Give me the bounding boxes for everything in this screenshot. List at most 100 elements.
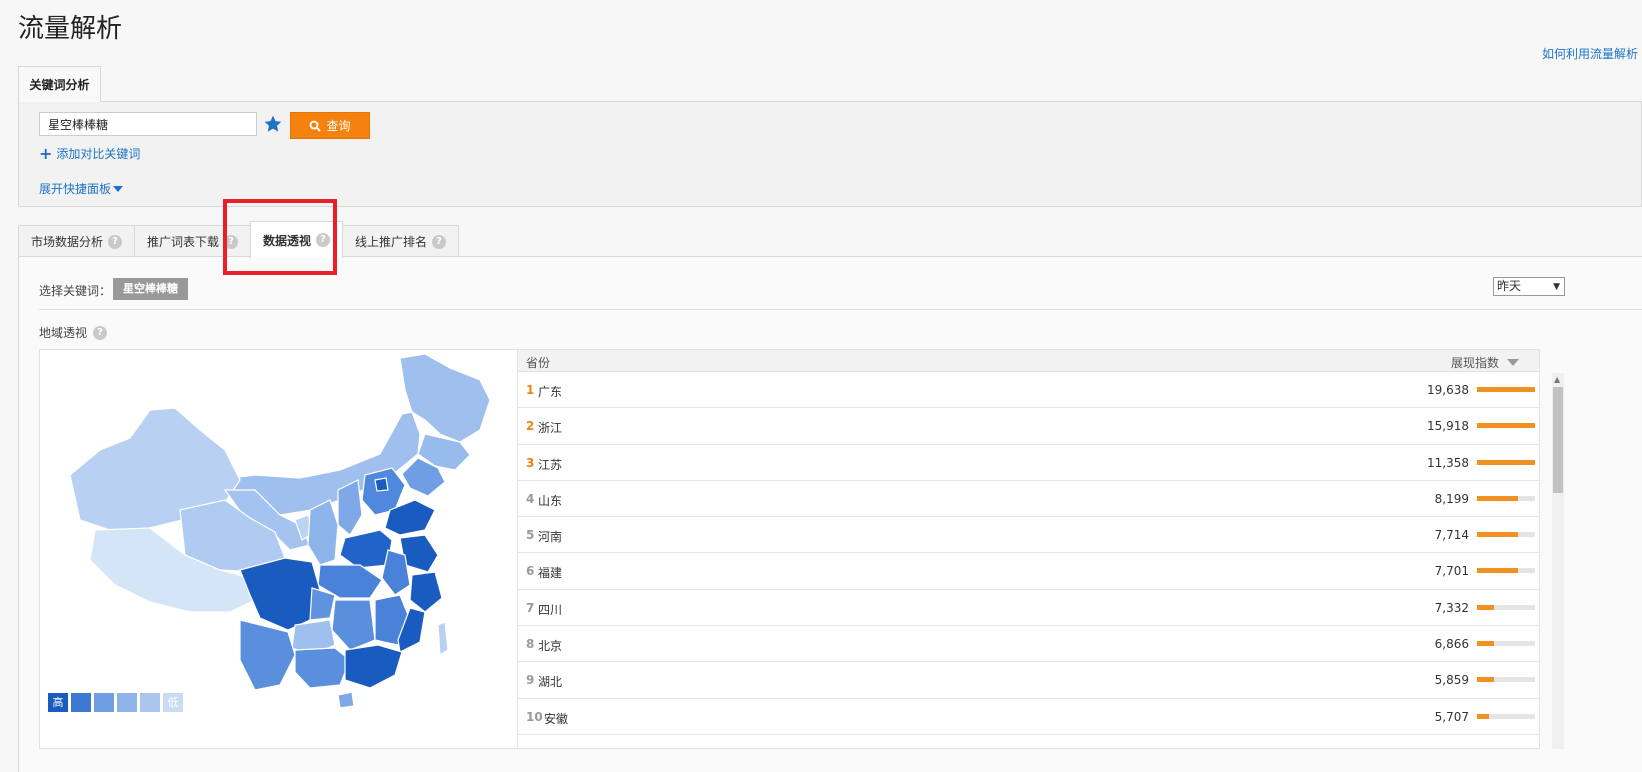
row-bar xyxy=(1477,713,1535,719)
query-label: 查询 xyxy=(326,119,351,133)
query-button[interactable]: 查询 xyxy=(290,112,370,139)
legend-step xyxy=(71,693,91,712)
column-province: 省份 xyxy=(526,356,551,370)
row-rank: 4 xyxy=(526,491,535,506)
scroll-thumb[interactable] xyxy=(1553,387,1563,493)
row-province: 广东 xyxy=(538,385,563,399)
row-bar xyxy=(1477,604,1535,610)
region-title-text: 地域透视 xyxy=(39,326,88,340)
map-region-henan[interactable] xyxy=(339,529,393,569)
legend-step xyxy=(117,693,137,712)
keyword-chip[interactable]: 星空棒棒糖 xyxy=(113,278,188,300)
dropdown-arrow-icon: ▼ xyxy=(1553,282,1560,292)
map-region-shanxi[interactable] xyxy=(337,479,363,536)
keyword-input[interactable] xyxy=(39,112,257,136)
sort-down-icon[interactable] xyxy=(1507,359,1519,366)
row-bar xyxy=(1477,568,1535,574)
column-index-label: 展现指数 xyxy=(1450,356,1499,370)
tab-online-ranking[interactable]: 线上推广排名? xyxy=(342,225,460,257)
row-province: 河南 xyxy=(538,530,563,545)
row-bar-fill xyxy=(1477,568,1518,574)
row-bar xyxy=(1477,677,1535,683)
row-bar-fill xyxy=(1477,641,1495,647)
row-value: 7,701 xyxy=(1434,564,1469,579)
table-row: 6 福建 7,701 xyxy=(518,553,1539,590)
map-region-beijing[interactable] xyxy=(374,477,389,492)
china-map-svg xyxy=(69,353,491,709)
row-value: 19,638 xyxy=(1427,383,1469,397)
column-index[interactable]: 展现指数 xyxy=(1451,354,1519,371)
help-icon[interactable]: ? xyxy=(93,325,108,340)
china-map: 高 低 xyxy=(39,349,518,749)
row-rank: 9 xyxy=(526,673,535,688)
map-region-taiwan[interactable] xyxy=(437,621,449,657)
tab-market-data[interactable]: 市场数据分析? xyxy=(18,225,136,257)
row-value: 15,918 xyxy=(1427,419,1469,434)
row-rank: 3 xyxy=(526,455,535,470)
row-value: 11,358 xyxy=(1427,455,1469,470)
region-title: 地域透视 ? xyxy=(39,324,108,341)
table-row: 3 江苏 11,358 xyxy=(518,445,1539,481)
date-select[interactable]: 昨天 ▼ xyxy=(1493,277,1565,296)
legend-step xyxy=(140,693,160,712)
row-bar xyxy=(1477,641,1535,647)
legend-high: 高 xyxy=(48,693,68,712)
map-region-anhui[interactable] xyxy=(381,549,411,596)
search-panel: 查询 + 添加对比关键词 展开快捷面板 xyxy=(18,101,1642,207)
star-icon[interactable] xyxy=(263,114,283,134)
map-region-zhejiang[interactable] xyxy=(409,571,443,613)
tab-label: 线上推广排名 xyxy=(355,235,428,249)
map-region-sichuan[interactable] xyxy=(239,557,321,631)
divider xyxy=(39,309,1642,310)
table-scrollbar[interactable]: ▲ xyxy=(1552,373,1564,749)
help-icon[interactable]: ? xyxy=(108,234,123,249)
expand-panel-label: 展开快捷面板 xyxy=(39,182,112,196)
map-region-hainan[interactable] xyxy=(337,691,355,709)
row-bar-fill xyxy=(1477,423,1535,429)
date-select-value: 昨天 xyxy=(1497,279,1522,293)
row-bar-fill xyxy=(1477,495,1518,501)
row-rank: 7 xyxy=(526,600,535,615)
add-compare-keyword[interactable]: + 添加对比关键词 xyxy=(39,145,140,162)
row-rank: 5 xyxy=(526,528,535,543)
tab-keyword-analysis[interactable]: 关键词分析 xyxy=(18,66,101,102)
row-rank: 8 xyxy=(526,637,535,652)
help-link[interactable]: 如何利用流量解析 xyxy=(1542,45,1642,62)
map-region-guangdong[interactable] xyxy=(344,644,403,689)
map-region-guangxi[interactable] xyxy=(294,647,351,689)
tab-label: 市场数据分析 xyxy=(31,235,104,249)
expand-quick-panel[interactable]: 展开快捷面板 xyxy=(39,180,124,197)
map-region-hunan[interactable] xyxy=(331,599,376,651)
row-value: 5,707 xyxy=(1434,709,1469,724)
row-province: 北京 xyxy=(538,639,563,654)
tab-label: 推广词表下载 xyxy=(147,235,220,249)
page: 流量解析 如何利用流量解析 关键词分析 查询 + 添加对比关键词 展开快捷面板 … xyxy=(0,0,1642,772)
scroll-up-icon[interactable]: ▲ xyxy=(1554,375,1560,384)
row-bar xyxy=(1477,387,1535,392)
row-value: 8,199 xyxy=(1434,491,1469,506)
row-bar-fill xyxy=(1477,713,1489,719)
table-row: 10 安徽 5,707 xyxy=(518,699,1539,735)
table-header: 省份 展现指数 xyxy=(518,350,1539,372)
row-province: 福建 xyxy=(538,566,563,581)
province-table: 省份 展现指数 1 广东 19,638 2 浙江 15,918 3 江苏 11,358 4 山东 8,… xyxy=(518,349,1540,749)
row-bar-fill xyxy=(1477,459,1535,465)
map-legend: 高 低 xyxy=(48,693,183,712)
plus-icon: + xyxy=(39,143,53,163)
row-bar xyxy=(1477,532,1535,538)
table-row: 8 北京 6,866 xyxy=(518,626,1539,663)
row-bar xyxy=(1477,423,1535,429)
map-region-yunnan[interactable] xyxy=(239,619,296,691)
table-row: 9 湖北 5,859 xyxy=(518,662,1539,699)
row-province: 浙江 xyxy=(538,421,563,436)
help-icon[interactable]: ? xyxy=(432,234,447,249)
row-bar-fill xyxy=(1477,532,1518,538)
select-keyword-label: 选择关键词： xyxy=(39,284,112,298)
caret-down-icon xyxy=(113,185,124,192)
row-bar xyxy=(1477,459,1535,465)
map-region-shaanxi[interactable] xyxy=(307,499,339,566)
row-bar-fill xyxy=(1477,387,1535,392)
legend-low: 低 xyxy=(163,693,183,712)
row-province: 山东 xyxy=(538,493,563,508)
row-rank: 6 xyxy=(526,564,535,579)
